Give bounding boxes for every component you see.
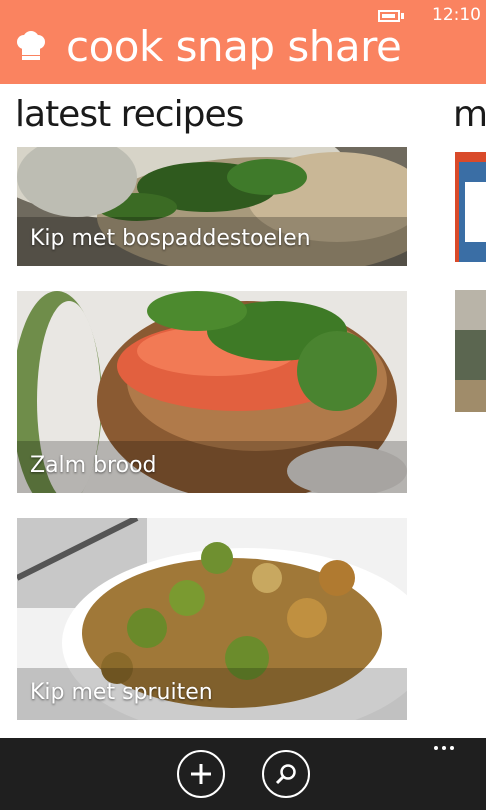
recipe-tile-kip-met-spruiten[interactable]: Kip met spruiten xyxy=(17,518,407,720)
recipe-title: Zalm brood xyxy=(30,453,157,478)
search-button[interactable] xyxy=(262,750,310,798)
next-pivot-photo xyxy=(455,152,486,276)
recipe-tile-kip-met-bospaddestoelen[interactable]: Kip met bospaddestoelen xyxy=(17,147,407,266)
add-icon xyxy=(191,764,211,784)
add-button[interactable] xyxy=(177,750,225,798)
app-header: 12:10 cook snap share xyxy=(0,0,486,84)
app-title: cook snap share xyxy=(66,22,402,71)
next-pivot-tile-peek[interactable] xyxy=(455,290,486,412)
recipe-title: Kip met bospaddestoelen xyxy=(30,226,311,251)
ellipsis-icon[interactable] xyxy=(434,746,454,750)
status-time: 12:10 xyxy=(432,5,481,25)
next-pivot-photo xyxy=(455,290,486,412)
chef-hat-icon xyxy=(17,31,45,60)
next-pivot-tile-peek[interactable] xyxy=(455,152,486,276)
pivot-title-latest-recipes[interactable]: latest recipes xyxy=(15,94,244,135)
pivot-title-next-peek[interactable]: m xyxy=(453,94,486,135)
search-icon xyxy=(275,764,296,785)
recipe-tile-zalm-brood[interactable]: Zalm brood xyxy=(17,291,407,493)
battery-charging-icon xyxy=(378,9,408,23)
application-bar xyxy=(0,738,486,810)
recipe-title: Kip met spruiten xyxy=(30,680,213,705)
